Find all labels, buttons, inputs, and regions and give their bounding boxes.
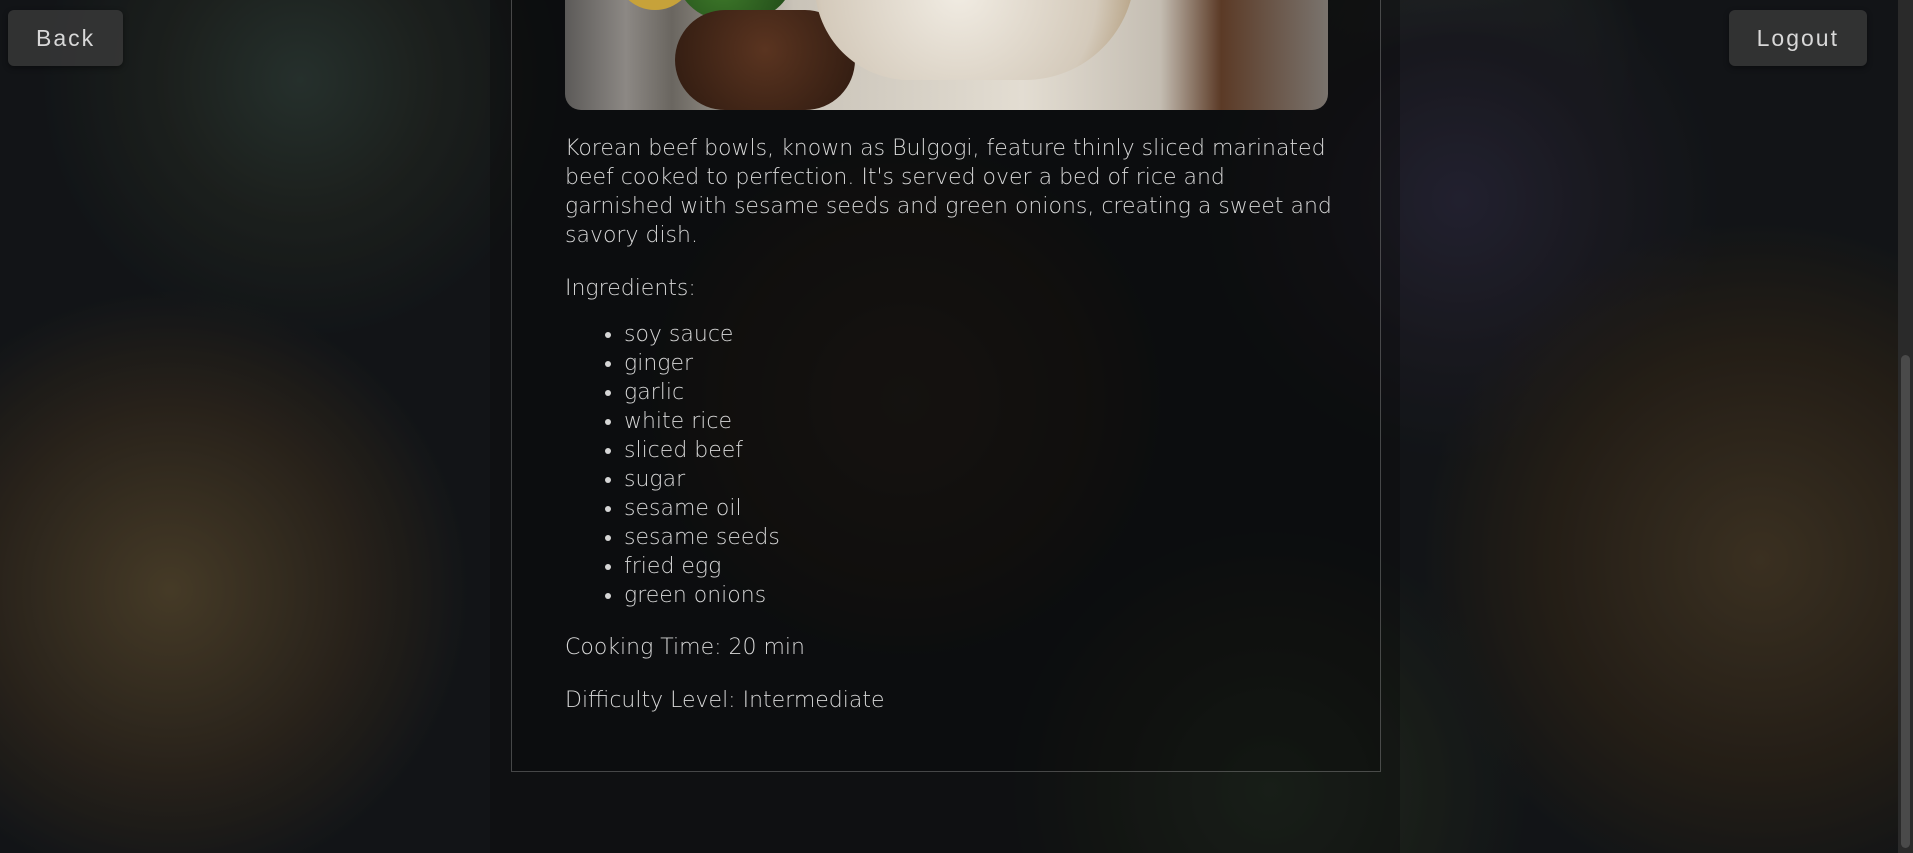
list-item: garlic <box>624 378 1335 407</box>
list-item: green onions <box>624 581 1335 610</box>
scrollbar-thumb[interactable] <box>1901 355 1910 848</box>
back-button[interactable]: Back <box>8 10 124 66</box>
list-item: sliced beef <box>624 436 1335 465</box>
ingredients-heading: Ingredients: <box>565 276 696 301</box>
recipe-image <box>565 0 1328 110</box>
list-item: ginger <box>624 349 1335 378</box>
ingredients-list: soy sauce ginger garlic white rice slice… <box>565 320 1335 610</box>
scrollbar[interactable] <box>1898 0 1913 853</box>
list-item: white rice <box>624 407 1335 436</box>
cooking-time: Cooking Time: 20 min <box>565 635 805 660</box>
logout-button[interactable]: Logout <box>1728 10 1867 66</box>
image-egg <box>815 0 1135 80</box>
difficulty-level: Difficulty Level: Intermediate <box>565 688 885 713</box>
list-item: fried egg <box>624 552 1335 581</box>
list-item: sugar <box>624 465 1335 494</box>
recipe-content: Korean beef bowls, known as Bulgogi, fea… <box>565 134 1335 715</box>
list-item: sesame oil <box>624 494 1335 523</box>
page-viewport: Korean beef bowls, known as Bulgogi, fea… <box>0 0 1913 853</box>
recipe-description: Korean beef bowls, known as Bulgogi, fea… <box>565 136 1332 248</box>
list-item: sesame seeds <box>624 523 1335 552</box>
list-item: soy sauce <box>624 320 1335 349</box>
image-rice <box>615 0 695 10</box>
